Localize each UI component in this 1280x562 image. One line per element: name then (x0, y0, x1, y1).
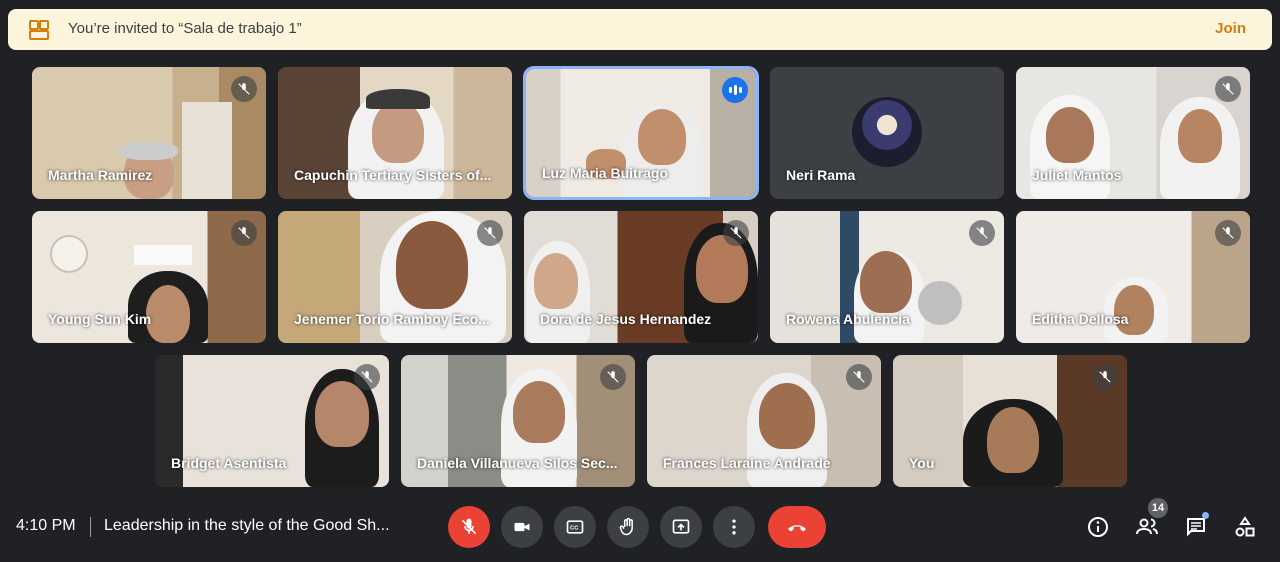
camera-toggle-button[interactable] (501, 506, 543, 548)
raise-hand-button[interactable] (607, 506, 649, 548)
participant-tile[interactable]: Frances Laraine Andrade (647, 355, 881, 487)
info-icon (1088, 517, 1108, 537)
participant-name: Bridget Asentista (171, 455, 287, 471)
breakout-rooms-icon (29, 20, 49, 40)
participant-tile[interactable]: Neri Rama (770, 67, 1004, 199)
mic-off-icon (477, 220, 503, 246)
participant-name: Editha Dellosa (1032, 311, 1129, 327)
participant-tile[interactable]: Rowena Abulencia (770, 211, 1004, 343)
participant-tile[interactable]: Editha Dellosa (1016, 211, 1250, 343)
mic-off-icon (1215, 220, 1241, 246)
participant-name: Dora de Jesus Hernandez (540, 311, 712, 327)
participant-tile[interactable]: Young Sun Kim (32, 211, 266, 343)
participant-name: Young Sun Kim (48, 311, 152, 327)
end-call-icon (788, 525, 806, 532)
divider (90, 517, 91, 537)
mic-off-icon (1092, 364, 1118, 390)
participant-name: You (909, 455, 935, 471)
participant-tile[interactable]: Dora de Jesus Hernandez (524, 211, 758, 343)
camera-icon (514, 522, 530, 532)
participant-tile[interactable]: Daniela Villanueva Silos Sec... (401, 355, 635, 487)
svg-text:CC: CC (570, 526, 579, 532)
mic-off-icon (846, 364, 872, 390)
mic-off-icon (600, 364, 626, 390)
avatar (852, 97, 922, 167)
clock: 4:10 PM (16, 517, 76, 534)
raise-hand-icon (619, 517, 633, 536)
activities-icon (1235, 516, 1255, 537)
participant-name: Neri Rama (786, 167, 856, 183)
activities-button[interactable] (1229, 511, 1261, 543)
meeting-controls-bar: 4:10 PM Leadership in the style of the G… (0, 495, 1280, 562)
participant-tile-active-speaker[interactable]: Luz Maria Buitrago (526, 69, 756, 197)
participant-name: Juliet Mantos (1032, 167, 1122, 183)
participant-name: Frances Laraine Andrade (663, 455, 831, 471)
more-options-icon (732, 519, 736, 535)
unread-indicator (1202, 512, 1209, 519)
participant-tile[interactable]: Martha Ramirez (32, 67, 266, 199)
participant-name: Jenemer Torio Ramboy Eco... (294, 311, 490, 327)
captions-icon: CC (566, 520, 584, 534)
participant-tile-self[interactable]: You (893, 355, 1127, 487)
leave-call-button[interactable] (768, 506, 826, 548)
participant-tile[interactable]: Jenemer Torio Ramboy Eco... (278, 211, 512, 343)
banner-text: You’re invited to “Sala de trabajo 1” (68, 20, 302, 37)
participant-tile[interactable]: Bridget Asentista (155, 355, 389, 487)
meeting-details-button[interactable] (1082, 511, 1114, 543)
mic-off-icon (231, 220, 257, 246)
captions-button[interactable]: CC (554, 506, 596, 548)
mic-off-icon (354, 364, 380, 390)
participant-name: Daniela Villanueva Silos Sec... (417, 455, 618, 471)
mic-off-icon (231, 76, 257, 102)
participant-tile[interactable]: Capuchin Tertiary Sisters of... (278, 67, 512, 199)
mic-off-icon (723, 220, 749, 246)
more-options-button[interactable] (713, 506, 755, 548)
present-now-button[interactable] (660, 506, 702, 548)
people-icon (1136, 518, 1158, 535)
mic-toggle-button[interactable] (448, 506, 490, 548)
mic-off-icon (969, 220, 995, 246)
mic-off-icon (1215, 76, 1241, 102)
mic-off-icon (461, 518, 477, 535)
participant-name: Rowena Abulencia (786, 311, 910, 327)
participant-count-badge: 14 (1148, 498, 1168, 518)
participant-name: Martha Ramirez (48, 167, 153, 183)
meeting-title: Leadership in the style of the Good Sh..… (104, 517, 390, 534)
join-button[interactable]: Join (1215, 20, 1246, 37)
participant-name: Luz Maria Buitrago (542, 165, 669, 181)
participant-tile[interactable]: Juliet Mantos (1016, 67, 1250, 199)
present-icon (672, 519, 690, 534)
participant-name: Capuchin Tertiary Sisters of... (294, 167, 492, 183)
breakout-invite-banner: You’re invited to “Sala de trabajo 1” Jo… (8, 9, 1272, 50)
speaking-indicator-icon (722, 77, 748, 103)
